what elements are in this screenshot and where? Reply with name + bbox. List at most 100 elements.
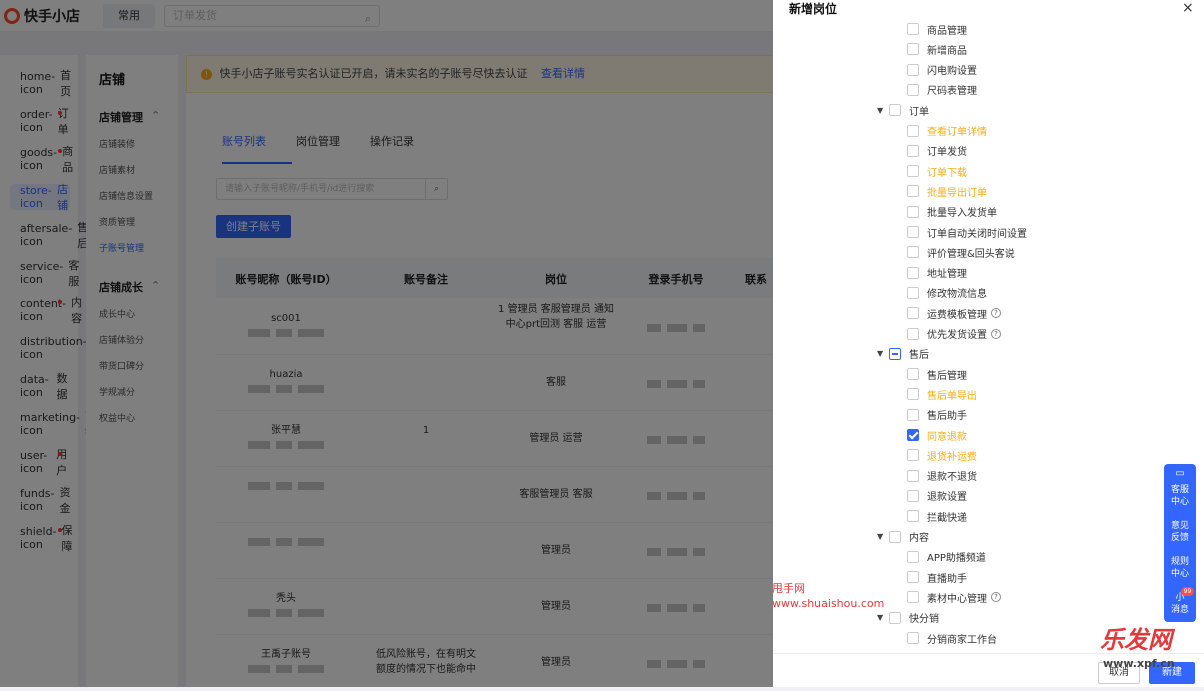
permission-item[interactable]: 订单自动关闭时间设置: [907, 225, 1027, 240]
app-root: 快手小店 常用 订单发货 ⌕ home-icon首页order-icon订单go…: [0, 0, 1204, 691]
permission-item[interactable]: 直播助手: [907, 570, 967, 585]
permission-label: 售后单导出: [927, 390, 977, 402]
permission-item[interactable]: 修改物流信息: [907, 286, 987, 300]
permission-label: 同意退款: [927, 431, 967, 443]
permission-label: 批量导入发货单: [927, 208, 997, 220]
permission-label: 快分销: [909, 614, 939, 626]
permission-label: 优先发货设置: [927, 330, 987, 341]
permission-label: 订单发货: [927, 147, 967, 159]
permission-group[interactable]: ▼ 订单: [877, 103, 929, 118]
permission-checkbox[interactable]: [907, 327, 919, 340]
permission-item[interactable]: 订单发货: [907, 144, 967, 158]
permission-checkbox[interactable]: [907, 307, 919, 320]
caret-down-icon[interactable]: ▼: [877, 106, 887, 115]
permission-checkbox[interactable]: [907, 632, 919, 644]
service-item[interactable]: 规则中心: [1164, 556, 1196, 580]
permission-item[interactable]: 商品管理: [907, 22, 967, 37]
permission-label: 闪电购设置: [927, 66, 977, 78]
permission-checkbox[interactable]: [907, 43, 919, 56]
permission-item[interactable]: 售后管理: [907, 367, 967, 382]
permission-item[interactable]: 售后单导出: [907, 387, 977, 402]
permission-checkbox[interactable]: [907, 550, 919, 563]
permission-checkbox[interactable]: [907, 429, 919, 441]
permission-item[interactable]: 新增商品: [907, 42, 967, 57]
permission-item[interactable]: 批量导入发货单: [907, 205, 997, 219]
permission-checkbox[interactable]: [907, 226, 919, 238]
permission-item[interactable]: 分销商家工作台: [907, 631, 997, 646]
permission-label: 修改物流信息: [927, 289, 987, 301]
permission-group[interactable]: ▼ 内容: [877, 530, 929, 544]
permission-label: 地址管理: [927, 269, 967, 281]
permission-checkbox[interactable]: [907, 83, 919, 96]
permission-checkbox[interactable]: [907, 368, 919, 381]
permission-item[interactable]: 拦截快递: [907, 509, 967, 524]
permission-checkbox[interactable]: [907, 408, 919, 421]
permission-checkbox[interactable]: [907, 124, 919, 137]
permission-checkbox[interactable]: [907, 449, 919, 462]
permission-item[interactable]: 素材中心管理?: [907, 590, 1001, 605]
permission-item[interactable]: 同意退款: [907, 428, 967, 443]
permission-checkbox[interactable]: [907, 246, 919, 259]
permission-label: 批量导出订单: [927, 187, 987, 199]
permission-item[interactable]: 查看订单详情: [907, 124, 987, 138]
watermark-logo: 乐发网: [1100, 626, 1172, 654]
permission-item[interactable]: 闪电购设置: [907, 63, 977, 77]
permission-item[interactable]: 运费模板管理?: [907, 306, 1001, 321]
message-count-badge: 99: [1181, 587, 1194, 596]
permission-label: 评价管理&回头客说: [927, 248, 1015, 260]
permission-item[interactable]: 优先发货设置?: [907, 327, 1001, 341]
permission-checkbox[interactable]: [907, 286, 919, 299]
help-icon[interactable]: ?: [991, 308, 1001, 319]
caret-down-icon[interactable]: ▼: [877, 613, 887, 622]
permission-group[interactable]: ▼ 售后: [877, 347, 929, 361]
permission-tree: 商品管理新增商品闪电购设置尺码表管理 ▼ 订单查看订单详情 订单发货订单下载批量导出订…: [773, 20, 1204, 650]
permission-checkbox[interactable]: [889, 530, 901, 543]
permission-item[interactable]: 地址管理: [907, 266, 967, 280]
permission-label: 分销商家工作台: [927, 634, 997, 646]
permission-checkbox[interactable]: [907, 489, 919, 502]
permission-item[interactable]: 退款设置: [907, 489, 967, 503]
service-float-panel: ▭ 客服中心 意见反馈 规则中心小 消息 99: [1164, 464, 1196, 622]
permission-checkbox[interactable]: [907, 23, 919, 35]
permission-checkbox[interactable]: [907, 469, 919, 482]
permission-checkbox[interactable]: [907, 388, 919, 401]
permission-checkbox[interactable]: [907, 144, 919, 157]
permission-label: 售后: [909, 350, 929, 362]
permission-checkbox[interactable]: [907, 165, 919, 178]
permission-item[interactable]: 尺码表管理: [907, 83, 977, 97]
permission-label: 尺码表管理: [927, 86, 977, 98]
close-icon[interactable]: ×: [1182, 0, 1194, 16]
permission-checkbox[interactable]: [907, 510, 919, 523]
permission-checkbox[interactable]: [907, 63, 919, 76]
permission-item[interactable]: 售后助手: [907, 408, 967, 422]
permission-group[interactable]: ▼ 快分销: [877, 611, 939, 625]
permission-checkbox[interactable]: [889, 611, 901, 624]
caret-down-icon[interactable]: ▼: [877, 532, 887, 541]
caret-down-icon[interactable]: ▼: [877, 349, 887, 358]
permission-checkbox[interactable]: [907, 266, 919, 279]
permission-item[interactable]: 批量导出订单: [907, 184, 987, 199]
permission-item[interactable]: APP助播频道: [907, 550, 986, 564]
modal-overlay[interactable]: [0, 0, 773, 687]
permission-item[interactable]: 订单下载: [907, 164, 967, 179]
permission-label: 退款不退货: [927, 472, 977, 484]
service-item[interactable]: 客服中心: [1164, 484, 1196, 508]
permission-checkbox[interactable]: [889, 347, 901, 360]
permission-label: 商品管理: [927, 25, 967, 37]
permission-checkbox[interactable]: [907, 591, 919, 604]
permission-item[interactable]: 退货补运费: [907, 448, 977, 463]
help-icon[interactable]: ?: [991, 328, 1001, 339]
permission-label: 新增商品: [927, 45, 967, 57]
permission-item[interactable]: 退款不退货: [907, 469, 977, 483]
permission-checkbox[interactable]: [907, 571, 919, 584]
permission-label: 订单: [909, 106, 929, 118]
help-icon[interactable]: ?: [991, 592, 1001, 603]
chat-bubble-icon[interactable]: ▭: [1164, 468, 1196, 480]
permission-label: 拦截快递: [927, 512, 967, 524]
service-item[interactable]: 意见反馈: [1164, 520, 1196, 544]
permission-checkbox[interactable]: [907, 185, 919, 198]
permission-checkbox[interactable]: [889, 104, 901, 117]
permission-item[interactable]: 评价管理&回头客说: [907, 245, 1015, 260]
permission-checkbox[interactable]: [907, 205, 919, 218]
permission-label: 退货补运费: [927, 451, 977, 463]
